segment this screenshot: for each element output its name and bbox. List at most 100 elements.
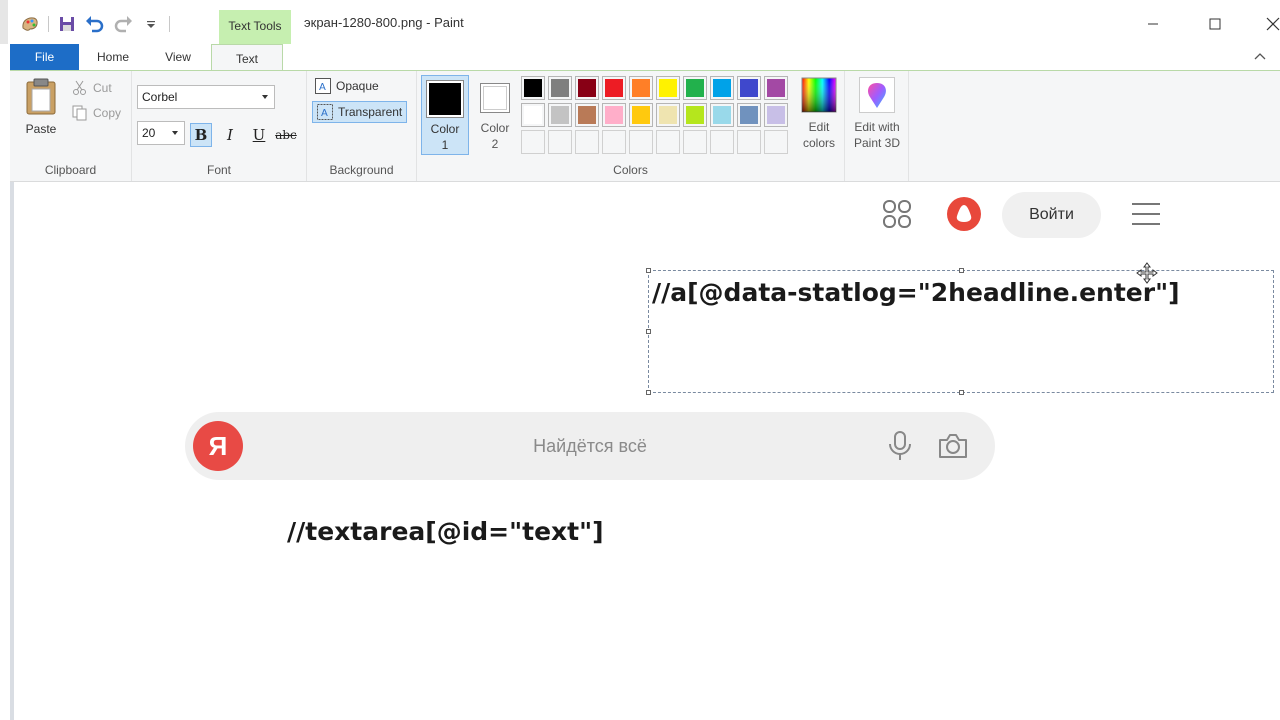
minimize-button[interactable] bbox=[1133, 10, 1173, 38]
swatch-fill bbox=[740, 106, 758, 124]
paste-icon bbox=[26, 78, 56, 115]
swatch-fill bbox=[740, 79, 758, 97]
font-family-select[interactable]: Corbel bbox=[137, 85, 275, 109]
custom-color-slot[interactable] bbox=[629, 130, 653, 154]
resize-handle[interactable] bbox=[646, 390, 651, 395]
swatch-fill bbox=[578, 79, 596, 97]
drawing-canvas[interactable]: Войти //a[@data-statlog="2headline.enter… bbox=[10, 182, 1280, 720]
font-group-label: Font bbox=[206, 163, 231, 177]
swatch-fill bbox=[767, 106, 785, 124]
bold-button[interactable]: B bbox=[190, 123, 212, 147]
custom-color-slot[interactable] bbox=[683, 130, 707, 154]
ribbon: Paste Cut Copy Clipboard Corbel 20 B I U… bbox=[10, 70, 1280, 182]
edit-with-paint3d-button[interactable]: Edit with Paint 3D bbox=[847, 77, 907, 151]
undo-icon[interactable] bbox=[85, 14, 105, 34]
color-swatch[interactable] bbox=[548, 103, 572, 127]
swatch-fill bbox=[740, 133, 758, 151]
clipboard-group: Paste Cut Copy Clipboard bbox=[10, 71, 132, 181]
close-button[interactable] bbox=[1253, 10, 1280, 38]
clipboard-group-label: Clipboard bbox=[44, 163, 97, 177]
save-icon[interactable] bbox=[57, 14, 77, 34]
color-swatch[interactable] bbox=[629, 76, 653, 100]
quick-access-toolbar bbox=[20, 12, 170, 36]
custom-color-slot[interactable] bbox=[710, 130, 734, 154]
swatch-fill bbox=[578, 133, 596, 151]
swatch-fill bbox=[659, 133, 677, 151]
opaque-button[interactable]: A Opaque bbox=[315, 78, 379, 94]
services-grid-icon bbox=[882, 199, 912, 229]
swatch-fill bbox=[524, 106, 542, 124]
color-swatch[interactable] bbox=[602, 103, 626, 127]
cut-label: Cut bbox=[93, 81, 112, 95]
color-swatch[interactable] bbox=[521, 103, 545, 127]
collapse-ribbon-icon[interactable] bbox=[1252, 48, 1270, 66]
color-swatch[interactable] bbox=[656, 76, 680, 100]
custom-color-slot[interactable] bbox=[656, 130, 680, 154]
color-swatch[interactable] bbox=[764, 103, 788, 127]
strikethrough-button[interactable]: abc bbox=[275, 123, 297, 147]
custom-color-slot[interactable] bbox=[548, 130, 572, 154]
swatch-fill bbox=[632, 133, 650, 151]
swatch-fill bbox=[551, 133, 569, 151]
tab-file[interactable]: File bbox=[10, 44, 79, 70]
color-swatch[interactable] bbox=[683, 76, 707, 100]
maximize-button[interactable] bbox=[1195, 10, 1235, 38]
login-button: Войти bbox=[1002, 192, 1101, 238]
menu-icon bbox=[1132, 202, 1160, 226]
swatch-fill bbox=[551, 79, 569, 97]
color-swatch[interactable] bbox=[629, 103, 653, 127]
camera-icon bbox=[937, 432, 969, 460]
resize-handle[interactable] bbox=[646, 268, 651, 273]
custom-color-slot[interactable] bbox=[575, 130, 599, 154]
color-swatch[interactable] bbox=[710, 76, 734, 100]
color-swatch[interactable] bbox=[737, 103, 761, 127]
swatch-fill bbox=[632, 106, 650, 124]
font-size-select[interactable]: 20 bbox=[137, 121, 185, 145]
color-2-label: Color bbox=[480, 121, 510, 135]
swatch-fill bbox=[605, 106, 623, 124]
color-2-button[interactable]: Color 2 bbox=[475, 75, 515, 155]
color-swatch[interactable] bbox=[764, 76, 788, 100]
custom-color-slot[interactable] bbox=[737, 130, 761, 154]
color-swatch[interactable] bbox=[521, 76, 545, 100]
underline-button[interactable]: U bbox=[248, 123, 270, 147]
search-placeholder: Найдётся всё bbox=[533, 436, 647, 456]
swatch-fill bbox=[551, 106, 569, 124]
swatch-fill bbox=[605, 133, 623, 151]
edit-colors-label: Edit bbox=[808, 120, 830, 134]
color-swatch[interactable] bbox=[548, 76, 572, 100]
custom-color-slot[interactable] bbox=[602, 130, 626, 154]
color-swatch[interactable] bbox=[710, 103, 734, 127]
font-size-value: 20 bbox=[142, 126, 156, 140]
paint-app-icon[interactable] bbox=[20, 14, 40, 34]
italic-button[interactable]: I bbox=[219, 123, 241, 147]
color-swatch[interactable] bbox=[575, 76, 599, 100]
color-swatch[interactable] bbox=[683, 103, 707, 127]
tab-home[interactable]: Home bbox=[82, 44, 144, 70]
color-spectrum-icon bbox=[801, 77, 837, 113]
swatch-fill bbox=[686, 79, 704, 97]
color-swatch[interactable] bbox=[575, 103, 599, 127]
color-swatch[interactable] bbox=[737, 76, 761, 100]
background-group-label: Background bbox=[329, 163, 394, 177]
paste-label: Paste bbox=[25, 122, 57, 136]
custom-color-slot[interactable] bbox=[764, 130, 788, 154]
color-swatch[interactable] bbox=[602, 76, 626, 100]
color-1-number: 1 bbox=[441, 138, 449, 152]
edit-colors-button[interactable]: Edit colors bbox=[795, 77, 843, 151]
color-1-button[interactable]: Color 1 bbox=[421, 75, 469, 155]
redo-icon[interactable] bbox=[113, 14, 133, 34]
resize-handle[interactable] bbox=[959, 390, 964, 395]
color-swatch[interactable] bbox=[656, 103, 680, 127]
paste-button[interactable]: Paste bbox=[22, 77, 60, 141]
ribbon-tab-row: File Home View Text bbox=[10, 44, 1280, 72]
custom-color-slot[interactable] bbox=[521, 130, 545, 154]
tab-text[interactable]: Text bbox=[211, 44, 283, 72]
resize-handle[interactable] bbox=[646, 329, 651, 334]
transparent-button[interactable]: A Transparent bbox=[312, 101, 408, 123]
copy-button[interactable]: Copy bbox=[72, 105, 121, 121]
resize-handle[interactable] bbox=[959, 268, 964, 273]
tab-view[interactable]: View bbox=[150, 44, 206, 70]
customize-qat-icon[interactable] bbox=[141, 14, 161, 34]
cut-button[interactable]: Cut bbox=[72, 80, 112, 96]
